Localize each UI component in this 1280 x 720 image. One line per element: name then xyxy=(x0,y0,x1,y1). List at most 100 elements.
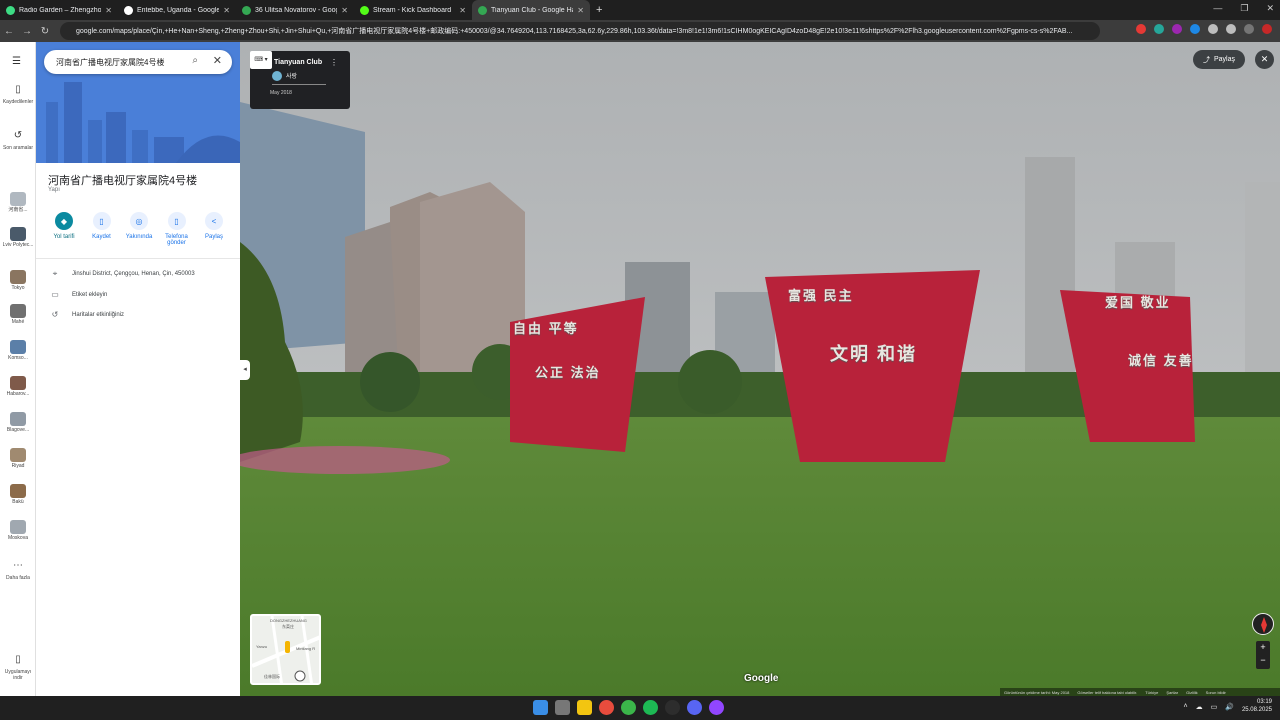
cloud-icon[interactable]: ☁ xyxy=(1196,703,1203,711)
collapse-panel-button[interactable]: ◂ xyxy=(240,360,250,380)
close-tab-icon[interactable]: ✕ xyxy=(459,6,466,15)
close-tab-icon[interactable]: ✕ xyxy=(577,6,584,15)
browser-tab[interactable]: 36 Ulitsa Novatorov - Google H ✕ xyxy=(236,0,354,20)
rail-item[interactable]: ⋯ Daha fazla xyxy=(0,560,36,582)
search-input[interactable]: 河南省广播电视厅家属院4号楼 xyxy=(56,57,164,68)
minimap-label: 东菜庄 xyxy=(282,624,294,629)
search-box[interactable]: 河南省广播电视厅家属院4号楼 ⌕ ✕ xyxy=(44,50,232,74)
sign-text: 诚信 友善 xyxy=(1128,353,1194,368)
google-logo: Google xyxy=(744,673,779,684)
reload-icon[interactable]: ↻ xyxy=(36,26,54,37)
extension-icon[interactable] xyxy=(1172,24,1182,34)
author-avatar[interactable] xyxy=(272,71,282,81)
more-options-icon[interactable]: ⋮ xyxy=(330,58,338,67)
minimize-icon[interactable]: — xyxy=(1213,3,1222,14)
rail-item[interactable]: Mahé xyxy=(0,304,36,326)
rail-item[interactable]: ↺ Son aramalar xyxy=(0,130,36,152)
maps-activity-row[interactable]: ↺ Haritalar etkinliğiniz xyxy=(50,310,124,319)
footer-link[interactable]: Gizlilik xyxy=(1186,690,1198,695)
minimap[interactable]: DONGZHEZHUANG 东菜庄 Yanzu Mintiang R 佳林国际 xyxy=(250,614,321,685)
action-bookmark-button[interactable]: ▯ Kaydet xyxy=(84,212,120,246)
close-icon[interactable]: ✕ xyxy=(213,54,222,67)
extension-icon[interactable] xyxy=(1208,24,1218,34)
rail-item[interactable]: Moskova xyxy=(0,520,36,542)
action-send-to-phone-button[interactable]: ▯ Telefona gönder xyxy=(159,212,195,246)
close-tab-icon[interactable]: ✕ xyxy=(223,6,230,15)
browser-tab[interactable]: Stream - Kick Dashboard ✕ xyxy=(354,0,472,20)
extension-icon[interactable] xyxy=(1154,24,1164,34)
zoom-out-button[interactable]: − xyxy=(1256,654,1270,667)
rail-item[interactable]: Lviv Polytec... xyxy=(0,227,36,249)
footer-link[interactable]: Sorun bildir xyxy=(1206,690,1226,695)
rail-item[interactable]: Habarov... xyxy=(0,376,36,398)
tab-favicon-icon xyxy=(6,5,15,15)
rail-item[interactable]: 河南省... xyxy=(0,192,36,214)
rail-item[interactable]: Riyad xyxy=(0,448,36,470)
window-controls: — ❐ ✕ xyxy=(1213,3,1274,14)
rail-item-label: Lviv Polytec... xyxy=(2,242,34,248)
avatar[interactable] xyxy=(1262,24,1272,34)
new-tab-button[interactable]: + xyxy=(596,4,602,16)
rail-item[interactable]: ▯ Kaydedilenler xyxy=(0,84,36,106)
close-tab-icon[interactable]: ✕ xyxy=(105,6,112,15)
forward-icon[interactable]: → xyxy=(18,26,36,37)
rail-item[interactable]: ▯ Uygulamayı indir xyxy=(0,654,36,681)
close-street-view-button[interactable]: ✕ xyxy=(1255,50,1274,69)
close-window-icon[interactable]: ✕ xyxy=(1266,3,1274,14)
browser-tab[interactable]: Entebbe, Uganda - Google'da A✕ xyxy=(118,0,236,20)
rail-item[interactable]: Bakü xyxy=(0,484,36,506)
sign-text: 公正 法治 xyxy=(535,365,601,380)
maximize-icon[interactable]: ❐ xyxy=(1240,3,1248,14)
capture-date[interactable]: May 2018 xyxy=(270,90,292,96)
menu-icon[interactable]: ☰ xyxy=(12,56,21,67)
add-label-row[interactable]: ▭ Etiket ekleyin xyxy=(50,290,107,299)
network-icon[interactable]: ▭ xyxy=(1211,703,1218,711)
taskbar-app-icon[interactable] xyxy=(709,700,724,715)
author-name[interactable]: 사랑 xyxy=(286,71,297,80)
taskbar-app-icon[interactable] xyxy=(665,700,680,715)
action-share-button[interactable]: < Paylaş xyxy=(196,212,232,246)
clock[interactable]: 03:19 25.08.2025 xyxy=(1242,699,1272,715)
windows-start-icon[interactable] xyxy=(533,700,548,715)
action-nearby-button[interactable]: ◎ Yakınında xyxy=(121,212,157,246)
compass-icon[interactable] xyxy=(1252,613,1274,635)
browser-tab[interactable]: Radio Garden – Zhengzhou ✕ xyxy=(0,0,118,20)
back-icon[interactable]: ← xyxy=(0,26,18,37)
puzzle-icon[interactable] xyxy=(1226,24,1236,34)
close-tab-icon[interactable]: ✕ xyxy=(341,6,348,15)
taskbar-app-icon[interactable] xyxy=(643,700,658,715)
zoom-in-button[interactable]: + xyxy=(1256,641,1270,654)
rail-item-label: Kaydedilenler xyxy=(2,99,34,105)
rail-item[interactable]: Blagove... xyxy=(0,412,36,434)
volume-icon[interactable]: 🔊 xyxy=(1225,703,1234,711)
map-footer: Görüntünün çekilme tarihi: May 2018 Görse… xyxy=(1000,688,1280,696)
footer-link[interactable]: Şartlar xyxy=(1166,690,1178,695)
address-row[interactable]: ⌖ Jinshui District, Çengçou, Henan, Çin,… xyxy=(50,269,195,279)
rail-item[interactable]: Komso... xyxy=(0,340,36,362)
street-view-place-name[interactable]: Tianyuan Club xyxy=(274,59,322,66)
browser-tab[interactable]: Tianyuan Club - Google Harita ✕ xyxy=(472,0,590,20)
keyboard-shortcuts-button[interactable]: ⌨ ▾ xyxy=(250,51,272,69)
street-view-canvas[interactable] xyxy=(240,42,1280,696)
tab-title: Tianyuan Club - Google Harita xyxy=(491,6,573,14)
search-icon[interactable]: ⌕ xyxy=(192,55,198,66)
taskbar-app-icon[interactable] xyxy=(687,700,702,715)
profile-icon[interactable] xyxy=(1244,24,1254,34)
action-directions-button[interactable]: ◆ Yol tarifi xyxy=(46,212,82,246)
rail-item-label: Moskova xyxy=(7,535,28,541)
taskbar-app-icon[interactable] xyxy=(577,700,592,715)
rail-item[interactable]: Tokyo xyxy=(0,270,36,292)
taskbar-app-icon[interactable] xyxy=(599,700,614,715)
tab-favicon-icon xyxy=(242,5,251,15)
recent-place-thumbnail xyxy=(10,412,26,426)
taskbar-app-icon[interactable] xyxy=(621,700,636,715)
share-button[interactable]: ⤴ Paylaş xyxy=(1193,50,1245,69)
extension-icon[interactable] xyxy=(1190,24,1200,34)
taskbar-app-icon[interactable] xyxy=(555,700,570,715)
recent-place-thumbnail xyxy=(10,448,26,462)
chevron-up-icon[interactable]: ˄ xyxy=(1184,703,1188,710)
url-input[interactable]: google.com/maps/place/Çin,+He+Nan+Sheng,… xyxy=(60,22,1100,40)
footer-link[interactable]: Türkiye xyxy=(1145,690,1158,695)
extension-icon[interactable] xyxy=(1136,24,1146,34)
footer-link[interactable]: Görseller telif hakkına tabi olabilir. xyxy=(1077,690,1137,695)
